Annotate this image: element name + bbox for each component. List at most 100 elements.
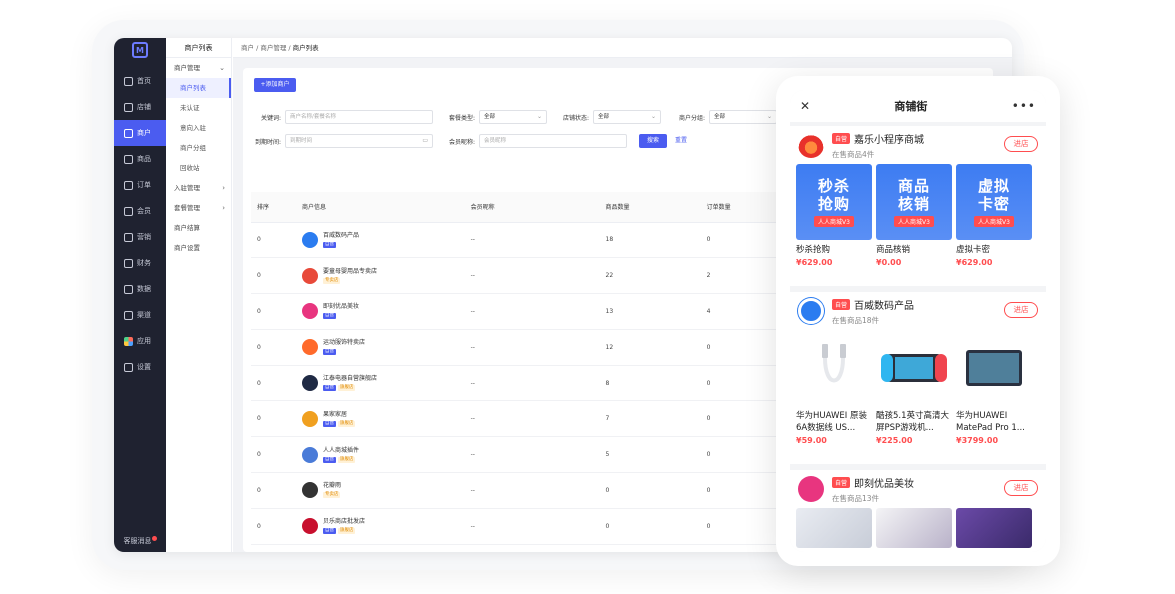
- merchant-name: 即刻优品美妆: [322, 303, 359, 311]
- nav-item-label: 店铺: [137, 103, 151, 111]
- phone-header: ✕ 商铺街 •••: [790, 90, 1046, 122]
- shop-card-header: 自营 即刻优品美妆 在售商品13件 进店: [790, 470, 1046, 508]
- merchant-group-select[interactable]: 全部 ⌄: [709, 110, 778, 124]
- merchant-badge: 自营: [322, 385, 336, 392]
- search-button[interactable]: 搜索: [639, 134, 667, 148]
- settings-icon: [124, 362, 133, 372]
- merchant-logo-icon: [301, 518, 318, 535]
- shop-name: 自营 即刻优品美妆: [832, 475, 914, 490]
- goods-item[interactable]: [796, 508, 874, 548]
- subnav-group-onboarding[interactable]: 入驻管理 ›: [166, 178, 231, 198]
- nav-item-member[interactable]: 会员: [114, 198, 166, 224]
- merchant-badge: 专卖店: [322, 277, 341, 284]
- package-type-label: 套餐类型:: [449, 114, 476, 122]
- goods-item[interactable]: 秒杀 抢购 人人商城V3 秒杀抢购 ¥629.00: [796, 164, 874, 267]
- merchant-badge: 自营: [322, 349, 336, 356]
- close-icon[interactable]: ✕: [800, 99, 810, 113]
- goods-item[interactable]: [876, 508, 954, 548]
- reset-link[interactable]: 重置: [675, 134, 687, 148]
- nav-item-finance[interactable]: 财务: [114, 250, 166, 276]
- expire-time-input[interactable]: 到期时间 ▭: [285, 134, 434, 148]
- nav-item-label: 会员: [137, 207, 151, 215]
- goods-item[interactable]: 华为HUAWEI MatePad Pro 1... ¥3799.00: [956, 330, 1034, 445]
- customer-message[interactable]: 客服消息: [114, 536, 166, 546]
- nav-item-settings[interactable]: 设置: [114, 354, 166, 380]
- goods-item[interactable]: 虚拟 卡密 人人商城V3 虚拟卡密 ¥629.00: [956, 164, 1034, 267]
- goods-item[interactable]: 商品 核销 人人商城V3 商品核销 ¥0.00: [876, 164, 954, 267]
- merchant-info-cell: 百威数码产品 自营: [295, 222, 465, 259]
- merchant-name: 人人商城插件: [322, 446, 359, 454]
- merchant-info-cell: 人人商城插件 自营 旗舰店: [295, 436, 465, 474]
- subnav-item-settlement[interactable]: 商户结算: [166, 218, 231, 238]
- nav-item-marketing[interactable]: 营销: [114, 224, 166, 250]
- merchant-badge: 自营: [322, 313, 336, 320]
- sort-cell: 0: [251, 508, 296, 545]
- goods-count-cell: 0: [599, 472, 701, 509]
- subnav-item-merchant-settings[interactable]: 商户设置: [166, 238, 231, 258]
- merchant-group-field: 商户分组: 全部 ⌄: [679, 110, 778, 124]
- goods-price: ¥225.00: [876, 436, 913, 445]
- phone-title: 商铺街: [894, 100, 928, 113]
- subnav-item[interactable]: 意向入驻: [166, 118, 231, 138]
- store-status-select[interactable]: 全部 ⌄: [593, 110, 662, 124]
- table-header-cell: 会员昵称: [464, 192, 600, 223]
- nav-item-label: 首页: [137, 77, 151, 85]
- nav-item-label: 应用: [137, 337, 151, 345]
- table-header-cell: 商品数量: [599, 192, 701, 223]
- subnav-item[interactable]: 回收站: [166, 158, 231, 178]
- chevron-right-icon: ›: [222, 204, 225, 212]
- merchant-info-cell: 贝乐商店批发店 自营 旗舰店: [295, 508, 465, 545]
- breadcrumb-item[interactable]: 商户管理: [260, 44, 286, 52]
- nav-item-home[interactable]: 首页: [114, 68, 166, 94]
- nav-item-store[interactable]: 店铺: [114, 94, 166, 120]
- shop-logo-icon: [798, 298, 824, 324]
- goods-item[interactable]: [956, 508, 1034, 548]
- breadcrumb-item[interactable]: 商户: [241, 44, 254, 52]
- nav-item-goods[interactable]: 商品: [114, 146, 166, 172]
- nav-item-app[interactable]: 应用: [114, 328, 166, 354]
- subnav-item[interactable]: 商户分组: [166, 138, 231, 158]
- goods-name: 华为HUAWEI 原装6A数据线 US...: [796, 411, 867, 433]
- shop-card[interactable]: 自营 嘉乐小程序商城 在售商品4件 进店 秒杀 抢购 人人商城V3 秒杀抢购 ¥62…: [790, 126, 1046, 286]
- add-merchant-button[interactable]: +添加商户: [254, 78, 296, 92]
- subnav-group-package[interactable]: 套餐管理 ›: [166, 198, 231, 218]
- more-icon[interactable]: •••: [1012, 99, 1036, 113]
- marketing-icon: [124, 232, 133, 242]
- goods-count-cell: 5: [599, 436, 701, 474]
- shop-goods-count: 在售商品13件: [832, 493, 880, 503]
- enter-shop-button[interactable]: 进店: [1004, 480, 1038, 496]
- nav-item-data[interactable]: 数据: [114, 276, 166, 302]
- member-nickname-cell: --: [464, 508, 600, 545]
- merchant-info-cell: 运动服饰特卖店 自营: [295, 329, 465, 366]
- merchant-logo-icon: [301, 375, 318, 392]
- shop-card[interactable]: 自营 即刻优品美妆 在售商品13件 进店: [790, 470, 1046, 552]
- enter-shop-button[interactable]: 进店: [1004, 136, 1038, 152]
- sort-cell: 0: [251, 222, 296, 259]
- store-status-field: 店铺状态: 全部 ⌄: [563, 110, 662, 124]
- subnav-item[interactable]: 商户列表: [166, 78, 231, 98]
- notification-dot-icon: [151, 536, 157, 541]
- merchant-info-cell: 即刻优品美妆 自营: [295, 293, 465, 330]
- nav-item-channel[interactable]: 渠道: [114, 302, 166, 328]
- goods-price: ¥629.00: [956, 258, 993, 267]
- keyword-input[interactable]: 商户名称/套餐名称: [285, 110, 434, 124]
- goods-item[interactable]: 华为HUAWEI 原装6A数据线 US... ¥59.00: [796, 330, 874, 445]
- usb-cable-image: [796, 330, 872, 406]
- merchant-badge: 自营: [322, 456, 336, 463]
- enter-shop-button[interactable]: 进店: [1004, 302, 1038, 318]
- shop-name: 自营 嘉乐小程序商城: [832, 131, 924, 146]
- subnav-group-merchant-manage[interactable]: 商户管理 ⌄: [166, 58, 231, 78]
- game-console-image: [876, 330, 952, 406]
- merchant-name: 果家家居: [322, 410, 347, 418]
- goods-count-cell: 7: [599, 400, 701, 438]
- package-type-select[interactable]: 全部 ⌄: [479, 110, 548, 124]
- nav-item-merchant[interactable]: 商户: [114, 120, 166, 146]
- sort-cell: 0: [251, 365, 296, 402]
- nav-item-order[interactable]: 订单: [114, 172, 166, 198]
- goods-item[interactable]: 酷孩5.1英寸高清大屏PSP游戏机... ¥225.00: [876, 330, 954, 445]
- goods-count-cell: 22: [599, 257, 701, 295]
- shop-card[interactable]: 自营 百威数码产品 在售商品18件 进店 华为HUAWEI 原装6A数据线 US.…: [790, 292, 1046, 464]
- member-nickname-input[interactable]: 会员昵称: [479, 134, 628, 148]
- goods-count-cell: 13: [599, 293, 701, 330]
- subnav-item[interactable]: 未认证: [166, 98, 231, 118]
